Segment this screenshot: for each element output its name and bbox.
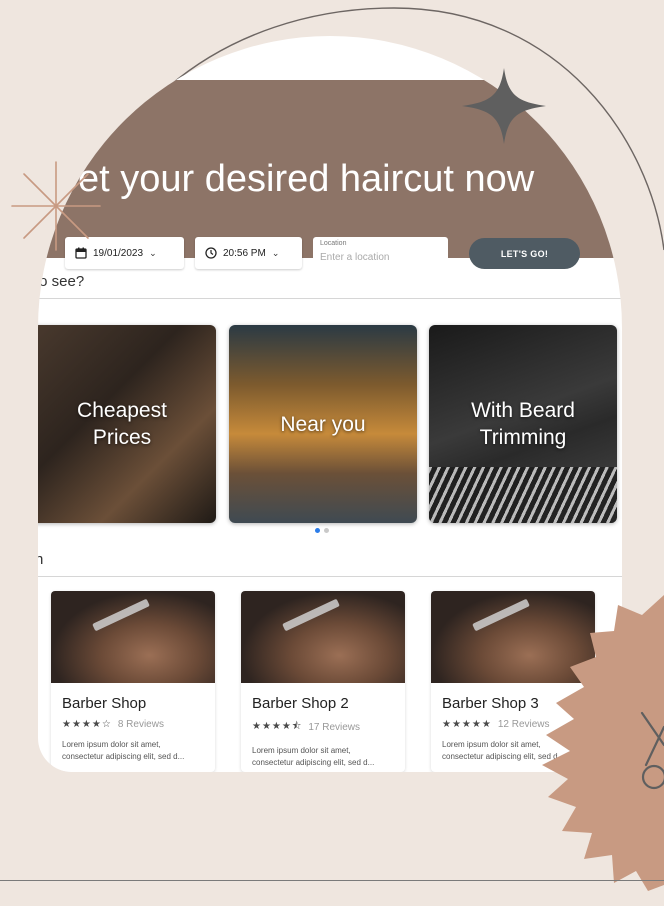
barber-cape-stripes [429,467,617,523]
rating-stars: ★★★★☆ [62,719,112,730]
location-label: Location [320,240,347,247]
bottom-divider [0,880,664,881]
chevron-down-icon: ⌄ [271,247,280,258]
time-value: 20:56 PM [223,247,266,259]
shop-name: Barber Shop [62,695,147,712]
shop-card[interactable]: Barber Shop 2 ★★★★⯪ 17 Reviews Lorem ips… [241,591,405,772]
scissors-badge [542,595,664,891]
rating-stars: ★★★★★ [442,719,492,730]
lets-go-button[interactable]: LET'S GO! [469,238,580,269]
chevron-down-icon: ⌄ [149,247,157,258]
time-picker[interactable]: 20:56 PM ⌄ [195,237,302,269]
review-count: 8 Reviews [117,719,164,730]
category-card-label: Near you [280,412,366,436]
shop-description: Lorem ipsum dolor sit amet, consectetur … [252,746,375,767]
shop-image [241,591,405,683]
divider [38,576,622,577]
carousel-dot-active[interactable] [315,528,320,533]
shop-image [51,591,215,683]
shops-heading: n [38,551,44,568]
category-card-label: With Beard Trimming [471,399,575,449]
shop-card[interactable]: Barber Shop ★★★★☆ 8 Reviews Lorem ipsum … [51,591,215,772]
hero-title: et your desired haircut now [78,158,535,200]
carousel-dots [315,528,329,533]
review-count: 17 Reviews [308,722,361,733]
divider [38,298,622,299]
shop-name: Barber Shop 2 [252,695,349,712]
asterisk-icon [11,161,101,251]
location-input[interactable] [320,252,441,263]
rating-stars: ★★★★⯪ [252,721,303,732]
shop-rating: ★★★★☆ 8 Reviews [62,719,215,730]
categories-heading: to see? [38,273,85,290]
location-field[interactable]: Location [313,237,448,269]
carousel-dot[interactable] [324,528,329,533]
category-card-beard-trimming[interactable]: With Beard Trimming [429,325,617,523]
category-card-cheapest[interactable]: Cheapest Prices [38,325,216,523]
category-card-label: Cheapest Prices [77,399,167,449]
shop-rating: ★★★★⯪ 17 Reviews [252,719,405,736]
shop-description: Lorem ipsum dolor sit amet, consectetur … [62,740,185,761]
category-card-near-you[interactable]: Near you [229,325,417,523]
clock-icon [205,247,217,259]
sparkle-icon [462,68,546,144]
